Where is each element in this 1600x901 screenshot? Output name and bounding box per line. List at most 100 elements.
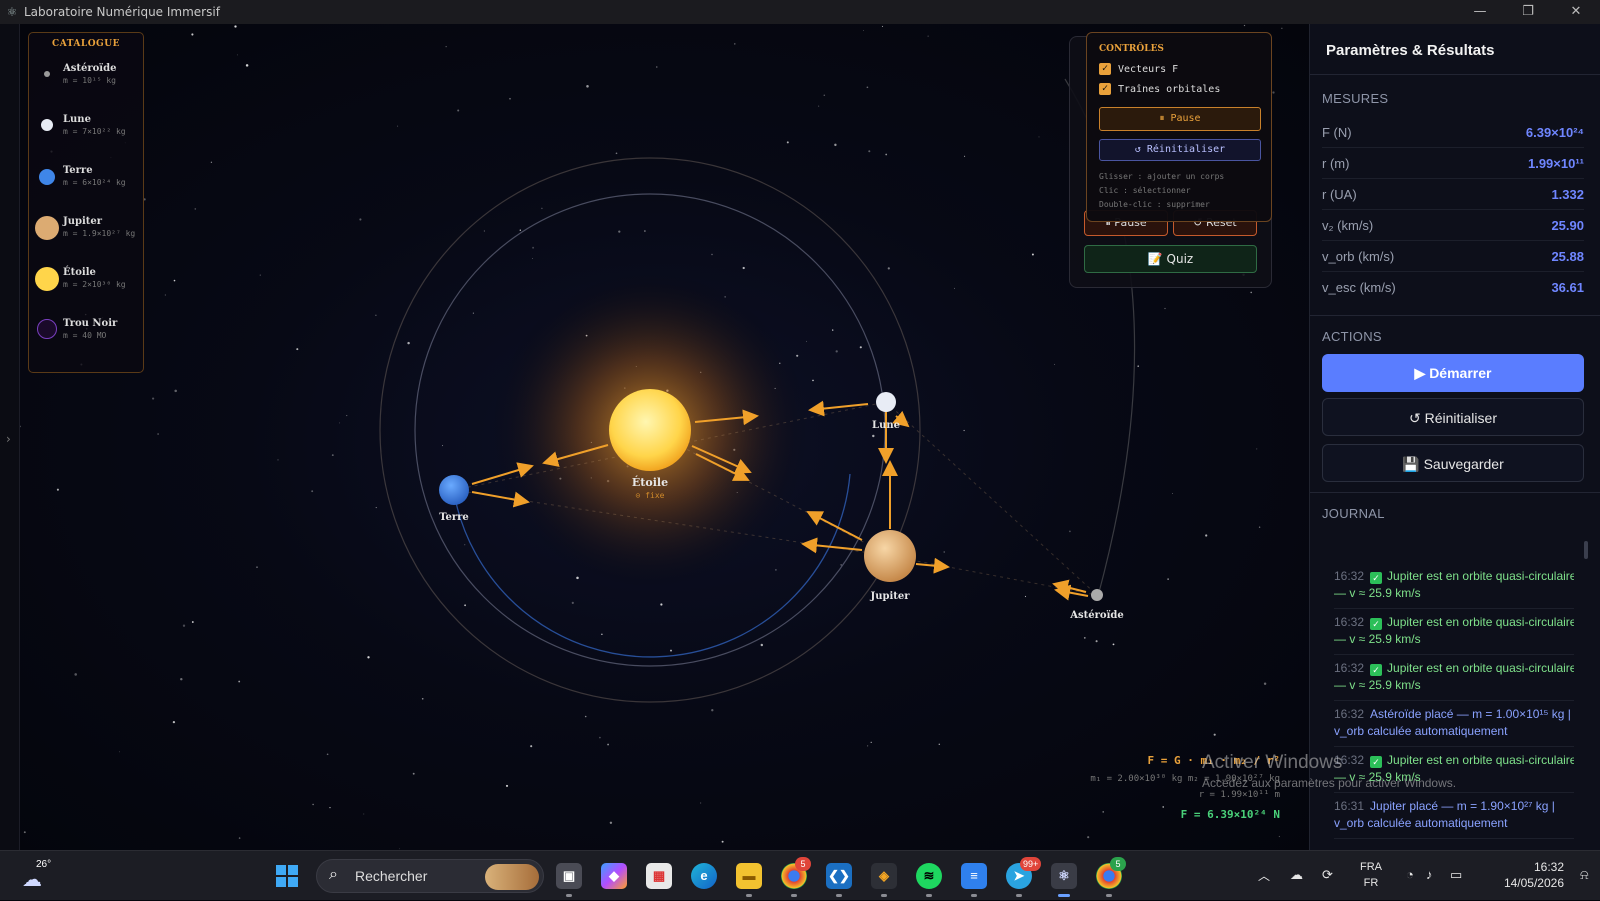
background-star [532,258,533,259]
notepad-icon[interactable]: ≡ [961,863,987,889]
divider [1310,74,1600,75]
background-star [872,434,875,438]
update-icon[interactable]: ⟳ [1322,867,1333,883]
catalogue-item-name: Lune [63,114,91,125]
start-menu-button[interactable] [276,865,298,887]
catalogue-item-star[interactable]: Étoile m = 2×10³⁰ kg [29,267,145,317]
background-star [786,141,789,144]
electron-app-icon[interactable]: ⚛ [1051,863,1077,889]
background-star [1243,24,1246,27]
background-star [363,813,365,815]
taskbar-search[interactable]: ⌕ Rechercher [316,859,544,893]
background-star [277,459,279,461]
background-star [609,821,613,824]
expand-panel-icon[interactable]: › [6,432,11,446]
input-language[interactable]: FRA FR [1360,859,1382,891]
start-button[interactable]: ▶ Démarrer [1322,354,1584,392]
microsoft-store-icon[interactable]: ▦ [646,863,672,889]
background-star [56,488,59,491]
background-star [599,736,601,739]
catalogue-item-mass: m = 6×10²⁴ kg [63,178,126,187]
background-star [818,105,820,107]
background-star [172,720,176,724]
catalogue-item-black-hole[interactable]: Trou Noir m = 40 MO [29,318,145,368]
reset-button[interactable]: ↺ Réinitialiser [1099,139,1261,161]
asteroid-body[interactable] [1091,589,1103,601]
background-star [721,840,724,843]
windows-activation-watermark: Activer Windows Accédez aux paramètres p… [1202,752,1456,790]
background-star [1250,291,1252,294]
vscode-icon[interactable]: ❮❯ [826,863,852,889]
background-star [509,97,511,100]
save-button[interactable]: 💾 Sauvegarder [1322,444,1584,482]
copilot-icon[interactable]: ◆ [601,863,627,889]
maximize-button[interactable]: ❐ [1504,0,1552,24]
reinitialize-button[interactable]: ↺ Réinitialiser [1322,398,1584,436]
spotify-icon[interactable]: ≋ [916,863,942,889]
window-title: Laboratoire Numérique Immersif [24,5,220,19]
measure-orbital-velocity: v_orb (km/s) 25.88 [1322,242,1584,272]
star-body[interactable] [609,389,691,471]
background-star [670,649,672,652]
clock-time: 16:32 [1533,860,1564,874]
catalogue-item-name: Étoile [63,267,96,278]
catalogue-item-name: Jupiter [63,216,103,227]
moon-body[interactable] [876,392,896,412]
close-button[interactable]: ✕ [1552,0,1600,24]
task-view-icon[interactable]: ▣ [556,863,582,889]
catalogue-item-asteroid[interactable]: Astéroïde m = 10¹⁵ kg [29,63,145,113]
catalogue-item-mass: m = 2×10³⁰ kg [63,280,126,289]
edge-browser-icon[interactable]: e [691,863,717,889]
background-star [464,604,466,607]
star-fixed-label: ⊙ fixe [636,491,665,500]
asteroid-label: Astéroïde [1069,610,1123,621]
clock[interactable]: 16:32 14/05/2026 [1468,859,1564,891]
running-indicator [881,894,887,897]
pause-button[interactable]: ⏸ Pause [1099,107,1261,131]
background-star [530,745,533,748]
background-star [760,643,764,647]
earth-label: Terre [439,512,469,523]
measure-label: r (UA) [1322,187,1357,202]
wifi-icon[interactable]: ◔ [1406,867,1414,882]
minimize-button[interactable]: — [1456,0,1504,24]
background-star [326,753,329,756]
force-vectors-checkbox[interactable]: ✓ Vecteurs F [1099,63,1178,75]
background-star [1164,307,1166,310]
weather-widget[interactable]: ☁ 26° [22,859,58,891]
show-hidden-icons-icon[interactable]: ︿ [1258,867,1270,884]
battery-icon[interactable]: ▭ [1450,867,1462,883]
catalogue-item-name: Trou Noir [63,318,118,329]
quiz-button[interactable]: 📝 Quiz [1084,245,1257,273]
star-label: Étoile [632,475,668,489]
journal-scrollbar[interactable] [1584,541,1588,559]
background-star [359,218,362,221]
measure-force: F (N) 6.39×10²⁴ [1322,118,1584,148]
cloud-sync-icon[interactable]: ☁ [1290,867,1303,883]
simulation-canvas[interactable]: Étoile ⊙ fixe Terre Lune Jupiter Astéroï… [20,24,1309,850]
file-explorer-icon[interactable]: ▬ [736,863,762,889]
background-star [1054,363,1056,365]
jupiter-body[interactable] [864,530,916,582]
telegram-badge: 99+ [1020,857,1042,871]
force-vector [915,557,950,574]
notifications-icon[interactable]: ⍾ [1580,867,1589,883]
catalogue-item-earth[interactable]: Terre m = 6×10²⁴ kg [29,165,145,215]
catalogue-item-jupiter[interactable]: Jupiter m = 1.9×10²⁷ kg [29,216,145,266]
orbital-trails-checkbox[interactable]: ✓ Traînes orbitales [1099,83,1220,95]
background-star [375,507,377,509]
journal-title: JOURNAL [1322,506,1385,521]
catalogue-item-moon[interactable]: Lune m = 7×10²² kg [29,114,145,164]
journal-log[interactable]: 16:32 ✓ Jupiter est en orbite quasi-circul… [1322,563,1574,853]
background-star [1205,534,1208,537]
actions-title: ACTIONS [1322,329,1382,344]
earth-body[interactable] [439,475,469,505]
background-star [412,772,415,775]
measures-title: MESURES [1322,91,1389,106]
background-star [245,64,249,67]
chrome-badge: 5 [795,857,811,871]
volume-icon[interactable]: ♪ [1426,867,1433,882]
background-star [311,490,314,493]
git-app-icon[interactable]: ◈ [871,863,897,889]
background-star [532,246,535,249]
